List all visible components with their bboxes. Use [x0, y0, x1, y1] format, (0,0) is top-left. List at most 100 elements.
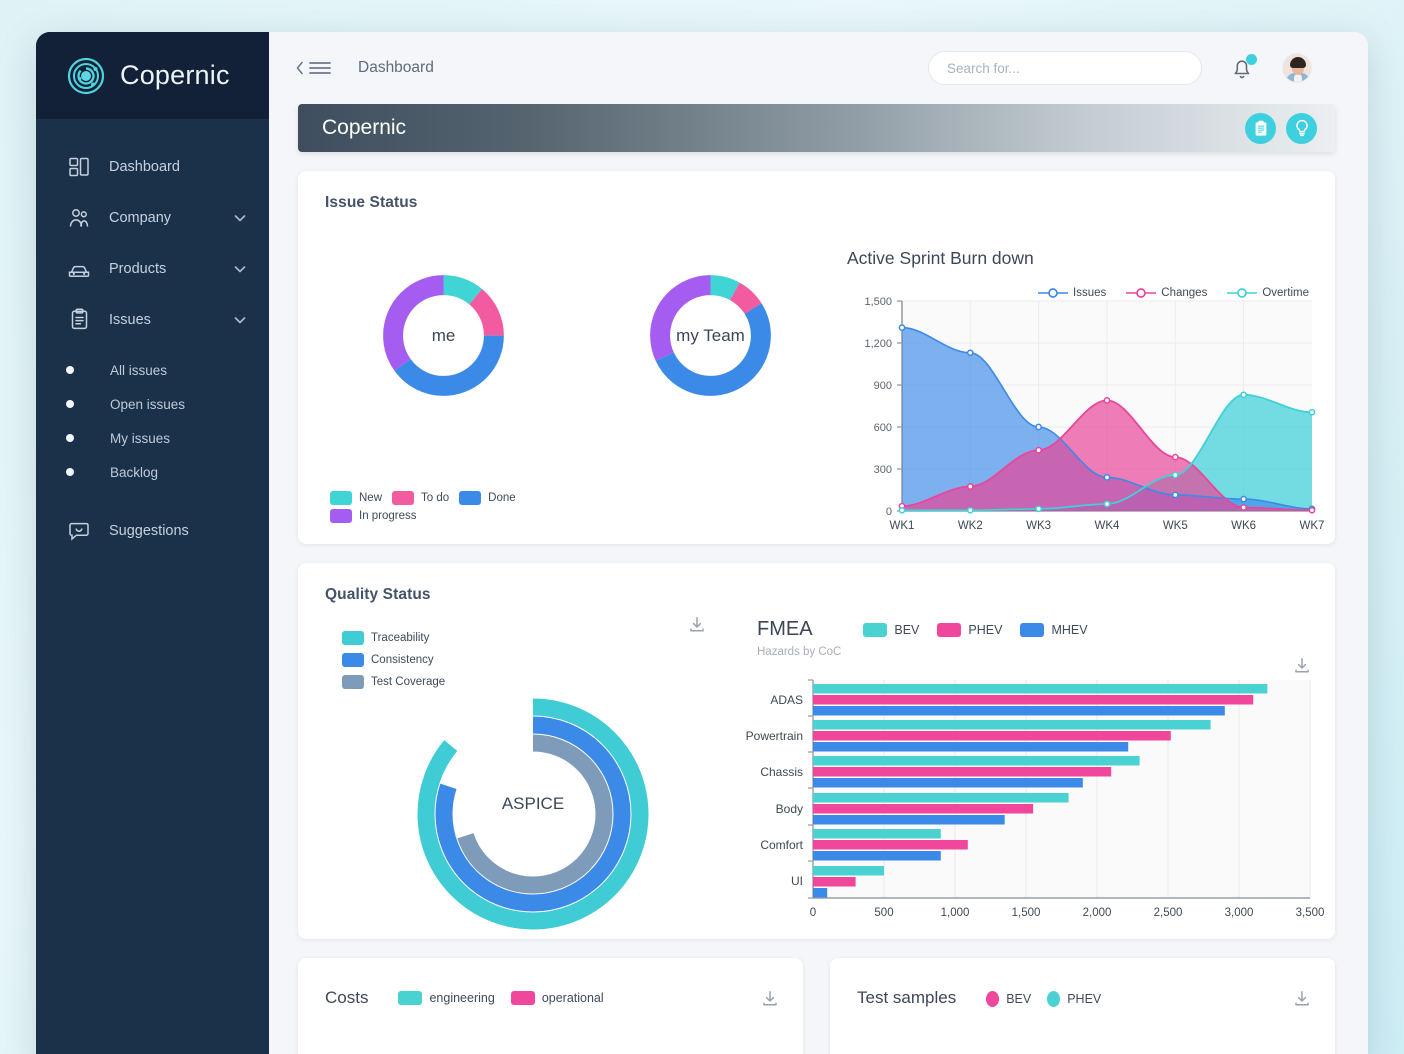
x-axis-ticks: WK1 WK2 WK3 WK4 WK5 WK6 WK7: [890, 520, 1325, 532]
sidebar-subitem-backlog[interactable]: Backlog: [36, 455, 269, 489]
bar-phev[interactable]: [813, 877, 856, 887]
bar-phev[interactable]: [813, 731, 1171, 741]
bar-mhev[interactable]: [813, 742, 1129, 752]
svg-text:Powertrain: Powertrain: [746, 729, 803, 743]
svg-text:Comfort: Comfort: [760, 838, 803, 852]
legend-item-bev[interactable]: BEV: [863, 623, 919, 637]
svg-text:300: 300: [874, 464, 892, 476]
bar-bev[interactable]: [813, 756, 1140, 766]
fmea-y-labels: ADAS Powertrain Chassis Body Comfort UI: [746, 693, 804, 888]
chevron-down-icon[interactable]: [233, 313, 247, 327]
sidebar-item-issues[interactable]: Issues: [36, 294, 269, 345]
bar-bev[interactable]: [813, 793, 1069, 803]
card-title: Test samples: [857, 988, 957, 1007]
svg-text:WK2: WK2: [958, 520, 983, 532]
sidebar-subitem-open-issues[interactable]: Open issues: [36, 387, 269, 421]
legend-item-issues[interactable]: Issues: [1038, 287, 1106, 299]
bar-bev[interactable]: [813, 720, 1211, 730]
legend-swatch: [986, 991, 1000, 1007]
sidebar-subitem-my-issues[interactable]: My issues: [36, 421, 269, 455]
download-icon[interactable]: [761, 990, 779, 1013]
legend-label: engineering: [429, 991, 495, 1005]
bar-mhev[interactable]: [813, 778, 1083, 788]
sidebar-subitem-label: Backlog: [110, 464, 159, 480]
project-title: Copernic: [322, 116, 407, 139]
test-samples-card: Test samples BEV PHEV: [830, 958, 1335, 1054]
legend-item-bev[interactable]: BEV: [986, 991, 1031, 1007]
aspice-radial-gauge: [417, 698, 649, 930]
notifications-button[interactable]: [1230, 54, 1257, 81]
legend-item-done[interactable]: Done: [459, 491, 516, 505]
topbar: Dashboard: [269, 32, 1368, 104]
people-icon: [66, 205, 92, 231]
legend-item-test-coverage[interactable]: Test Coverage: [342, 675, 445, 689]
sidebar-item-company[interactable]: Company: [36, 192, 269, 243]
user-avatar[interactable]: [1282, 53, 1312, 83]
legend-label: Done: [488, 492, 516, 504]
legend-item-in-progress[interactable]: In progress: [330, 509, 560, 523]
legend-label: Issues: [1073, 287, 1107, 299]
bullet-icon: [66, 468, 74, 476]
issue-status-donuts: me my Team New To do Done In progress: [325, 212, 837, 532]
burndown-title: Active Sprint Burn down: [847, 248, 1034, 268]
legend-item-traceability[interactable]: Traceability: [342, 631, 445, 645]
svg-text:0: 0: [886, 506, 892, 518]
legend-label: operational: [541, 991, 604, 1005]
svg-text:900: 900: [874, 380, 892, 392]
chevron-down-icon[interactable]: [233, 262, 247, 276]
legend-item-operational[interactable]: operational: [510, 991, 604, 1005]
legend-swatch: [330, 509, 352, 523]
bar-bev[interactable]: [813, 829, 941, 839]
legend-item-engineering[interactable]: engineering: [398, 991, 495, 1005]
insights-button[interactable]: [1286, 112, 1317, 144]
legend-item-mhev[interactable]: MHEV: [1020, 623, 1088, 637]
sidebar-item-suggestions[interactable]: Suggestions: [36, 505, 269, 556]
ring-test-coverage: [453, 734, 613, 894]
dashboard-content: Copernic Issue Status me my Team New To …: [269, 104, 1368, 1054]
legend-item-todo[interactable]: To do: [392, 491, 449, 505]
chevron-down-icon[interactable]: [233, 211, 247, 225]
bar-mhev[interactable]: [813, 706, 1225, 716]
bar-phev[interactable]: [813, 767, 1112, 777]
hamburger-collapse-icon[interactable]: [295, 59, 332, 77]
legend-label: MHEV: [1051, 623, 1088, 637]
bar-mhev[interactable]: [813, 851, 941, 861]
sidebar-item-products[interactable]: Products: [36, 243, 269, 294]
sidebar-logo[interactable]: Copernic: [36, 32, 269, 119]
bar-phev[interactable]: [813, 695, 1254, 705]
legend-item-consistency[interactable]: Consistency: [342, 653, 445, 667]
sidebar-item-label: Issues: [109, 311, 151, 328]
legend-item-phev[interactable]: PHEV: [937, 623, 1002, 637]
issue-status-card: Issue Status me my Team New To do Done I…: [298, 171, 1335, 544]
bar-phev[interactable]: [813, 840, 968, 850]
legend-item-phev[interactable]: PHEV: [1047, 991, 1101, 1007]
legend-label: PHEV: [1067, 992, 1102, 1006]
svg-text:3,500: 3,500: [1296, 907, 1325, 919]
svg-text:1,500: 1,500: [864, 296, 892, 308]
bar-phev[interactable]: [813, 804, 1034, 814]
legend-item-changes[interactable]: Changes: [1126, 287, 1207, 299]
svg-text:WK7: WK7: [1300, 520, 1325, 532]
bar-bev[interactable]: [813, 866, 884, 876]
donut-chart-my-team: my Team: [644, 269, 777, 402]
sidebar-subitem-all-issues[interactable]: All issues: [36, 353, 269, 387]
download-icon[interactable]: [1293, 657, 1311, 680]
fmea-bar-chart: ADAS Powertrain Chassis Body Comfort UI …: [746, 679, 1325, 919]
report-button[interactable]: [1245, 112, 1276, 144]
project-banner: Copernic: [298, 104, 1335, 152]
card-title: Quality Status: [325, 586, 431, 603]
legend-item-overtime[interactable]: Overtime: [1227, 287, 1309, 299]
bar-mhev[interactable]: [813, 815, 1005, 825]
sidebar-item-dashboard[interactable]: Dashboard: [36, 141, 269, 192]
legend-swatch: [459, 491, 482, 505]
bar-mhev[interactable]: [813, 888, 828, 898]
legend-label: In progress: [359, 510, 417, 522]
bar-bev[interactable]: [813, 684, 1268, 694]
costs-legend: engineering operational: [398, 991, 604, 1005]
legend-swatch: [342, 675, 364, 689]
svg-text:3,000: 3,000: [1225, 907, 1254, 919]
bullet-icon: [66, 400, 74, 408]
download-icon[interactable]: [1293, 990, 1311, 1013]
search-input[interactable]: [928, 51, 1202, 85]
legend-item-new[interactable]: New: [330, 491, 382, 505]
